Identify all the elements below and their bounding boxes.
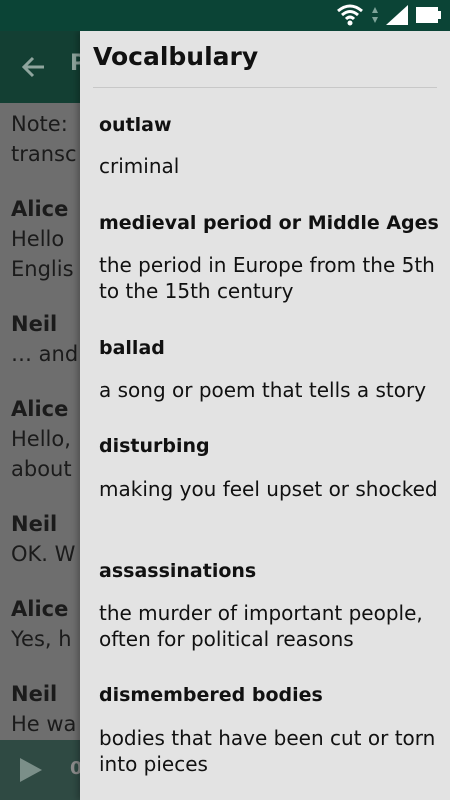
transcript-line: Hello (11, 227, 65, 251)
vocab-definition: the murder of important people, often fo… (99, 601, 423, 651)
transcript-line: He wa (11, 712, 77, 736)
vocab-definition: the period in Europe from the 5th to the… (99, 253, 435, 303)
transcript-note: Note: (11, 112, 68, 136)
vocab-term: disturbing (99, 435, 210, 457)
transcript-speaker: Alice (11, 197, 69, 221)
vocab-term: ballad (99, 337, 165, 359)
vocab-definition: a song or poem that tells a story (99, 378, 427, 402)
transcript-line: … and (11, 342, 79, 366)
transcript-speaker: Alice (11, 597, 69, 621)
transcript-note: transc (11, 142, 77, 166)
transcript-line: Yes, h (11, 627, 72, 651)
vocab-term: medieval period or Middle Ages (99, 212, 439, 234)
status-bar (0, 0, 450, 31)
drawer-title: Vocalbulary (93, 42, 259, 71)
transcript-speaker: Neil (11, 512, 58, 536)
transcript-speaker: Neil (11, 312, 58, 336)
data-arrows-icon (372, 5, 378, 29)
divider (93, 87, 437, 88)
transcript-line: Englis (11, 257, 74, 281)
transcript-speaker: Alice (11, 397, 69, 421)
vocab-term: assassinations (99, 560, 257, 582)
vocab-definition: criminal (99, 154, 180, 178)
signal-icon (386, 5, 408, 29)
vocab-definition: making you feel upset or shocked (99, 477, 438, 501)
back-arrow-icon[interactable] (20, 53, 48, 85)
transcript-line: about (11, 457, 72, 481)
wifi-icon (336, 4, 364, 30)
transcript-line: OK. W (11, 542, 76, 566)
battery-icon (416, 6, 442, 28)
vocab-term: outlaw (99, 114, 172, 136)
transcript-speaker: Neil (11, 682, 58, 706)
play-icon[interactable] (18, 756, 44, 788)
vocab-definition: bodies that have been cut or torn into p… (99, 726, 436, 776)
vocabulary-drawer[interactable]: Vocalbulary outlaw criminal medieval per… (80, 31, 450, 800)
transcript-line: Hello, (11, 427, 71, 451)
vocab-term: dismembered bodies (99, 684, 323, 706)
